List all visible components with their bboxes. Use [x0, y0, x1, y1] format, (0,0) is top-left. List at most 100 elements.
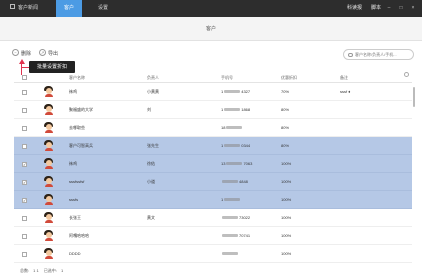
- table-row[interactable]: 阿嘎哈哈哈 70741 100%: [14, 227, 412, 245]
- table-row[interactable]: 去哪取些 18 80%: [14, 119, 412, 137]
- discount-value: 100%: [281, 215, 292, 220]
- phone-number: 1 4327: [221, 89, 251, 94]
- top-link-2[interactable]: 脚本: [371, 0, 381, 17]
- search-box[interactable]: [343, 49, 414, 60]
- header-name: 客户名称: [69, 75, 85, 80]
- search-icon: [348, 52, 353, 57]
- export-icon: ↗: [39, 49, 46, 57]
- owner-name: 张先生: [147, 143, 159, 148]
- table-row[interactable]: 袜鸡 小黄黄 1 4327 70% sssf ♦: [14, 83, 412, 101]
- owner-name: 刘: [147, 107, 151, 112]
- maximize-icon[interactable]: □: [398, 5, 404, 11]
- app-logo-icon: [10, 4, 15, 10]
- nav-tab-settings[interactable]: 设置: [90, 0, 116, 17]
- row-checkbox[interactable]: [22, 107, 27, 113]
- discount-value: 70%: [281, 89, 290, 94]
- row-checkbox[interactable]: [22, 143, 27, 149]
- phone-number: 1 0344: [221, 143, 251, 148]
- discount-value: 100%: [281, 233, 292, 238]
- discount-value: 100%: [281, 197, 292, 202]
- discount-value: 100%: [281, 161, 292, 166]
- customer-name: 去哪取些: [69, 125, 85, 130]
- redacted-phone: [224, 144, 241, 148]
- header-phone: 手机号: [221, 75, 233, 80]
- top-link-1[interactable]: 科读报: [347, 0, 362, 17]
- owner-name: 黄文: [147, 215, 155, 220]
- customer-name: sssfs: [69, 197, 79, 202]
- row-checkbox[interactable]: [22, 89, 27, 95]
- nav-tab-customers[interactable]: 客户: [56, 0, 82, 17]
- table-row[interactable]: ✓ sssfssfsf 小道 4848 100%: [14, 173, 412, 191]
- redacted-phone: [222, 180, 238, 184]
- avatar: [43, 122, 54, 133]
- scrollbar[interactable]: [412, 83, 416, 263]
- row-checkbox[interactable]: [22, 233, 27, 239]
- redacted-phone: [222, 216, 238, 220]
- note-text: sssf ♦: [340, 89, 351, 94]
- avatar: [43, 104, 54, 115]
- page-title: 客户: [0, 17, 422, 41]
- table-header: 客户名称 负责人 手机号 优惠折扣 备注: [14, 72, 412, 83]
- redacted-phone: [222, 234, 238, 238]
- column-settings-icon[interactable]: [404, 72, 409, 77]
- export-button[interactable]: ↗ 导出: [39, 49, 58, 59]
- discount-value: 80%: [281, 125, 290, 130]
- phone-number: 13 7063: [221, 161, 253, 166]
- redacted-phone: [226, 126, 243, 130]
- table-row[interactable]: ✓ 袜鸡 徐佑 13 7063 100%: [14, 155, 412, 173]
- table-row[interactable]: 客户可智高兵 张先生 1 0344 80%: [14, 137, 412, 155]
- discount-value: 100%: [281, 251, 292, 256]
- row-checkbox[interactable]: ✓: [22, 161, 27, 167]
- row-checkbox[interactable]: [22, 125, 27, 131]
- close-icon[interactable]: ×: [410, 5, 416, 11]
- redacted-phone: [226, 162, 243, 166]
- customer-name: 聚福盛的大学: [69, 107, 93, 112]
- table-footer: 总数: 1 1 已选中: 1: [20, 268, 64, 273]
- table-row[interactable]: DDDD 100%: [14, 245, 412, 263]
- header-note: 备注: [340, 75, 348, 80]
- table-row[interactable]: ✓ sssfs 1 100%: [14, 191, 412, 209]
- phone-number: 70741: [221, 227, 250, 245]
- phone-number: 1: [221, 191, 241, 209]
- customer-name: DDDD: [69, 251, 81, 256]
- avatar: [43, 158, 54, 169]
- row-checkbox[interactable]: [22, 215, 27, 221]
- discount-value: 100%: [281, 179, 292, 184]
- table-row[interactable]: 长张王 黄文 73022 100%: [14, 209, 412, 227]
- redacted-phone: [224, 90, 241, 94]
- minimize-icon[interactable]: –: [386, 5, 392, 11]
- customer-name: 袜鸡: [69, 161, 77, 166]
- customer-name: sssfssfsf: [69, 179, 85, 184]
- phone-number: 18: [221, 119, 243, 137]
- header-discount: 优惠折扣: [281, 75, 297, 80]
- avatar: [43, 248, 54, 259]
- phone-number: 1 1868: [221, 107, 251, 112]
- row-checkbox[interactable]: ✓: [22, 197, 27, 203]
- search-input[interactable]: [355, 50, 413, 60]
- app-title: 客户新闻: [10, 0, 38, 17]
- phone-number: 73022: [221, 209, 250, 227]
- owner-name: 小道: [147, 179, 155, 184]
- discount-value: 80%: [281, 107, 290, 112]
- annotation-connector: [21, 67, 29, 69]
- discount-value: 80%: [281, 143, 290, 148]
- owner-name: 小黄黄: [147, 89, 159, 94]
- row-checkbox[interactable]: ✓: [22, 179, 27, 185]
- redacted-phone: [224, 198, 241, 202]
- table-row[interactable]: 聚福盛的大学 刘 1 1868 80%: [14, 101, 412, 119]
- customer-name: 长张王: [69, 215, 81, 220]
- avatar: [43, 176, 54, 187]
- avatar: [43, 86, 54, 97]
- avatar: [43, 194, 54, 205]
- avatar: [43, 230, 54, 241]
- phone-number: 4848: [221, 173, 248, 191]
- avatar: [43, 212, 54, 223]
- header-owner: 负责人: [147, 75, 159, 80]
- trash-icon: −: [12, 49, 19, 57]
- delete-button[interactable]: − 删除: [12, 49, 31, 59]
- scrollbar-thumb[interactable]: [413, 87, 415, 107]
- redacted-phone: [224, 108, 241, 112]
- customer-name: 袜鸡: [69, 89, 77, 94]
- customer-name: 客户可智高兵: [69, 143, 93, 148]
- row-checkbox[interactable]: [22, 251, 27, 257]
